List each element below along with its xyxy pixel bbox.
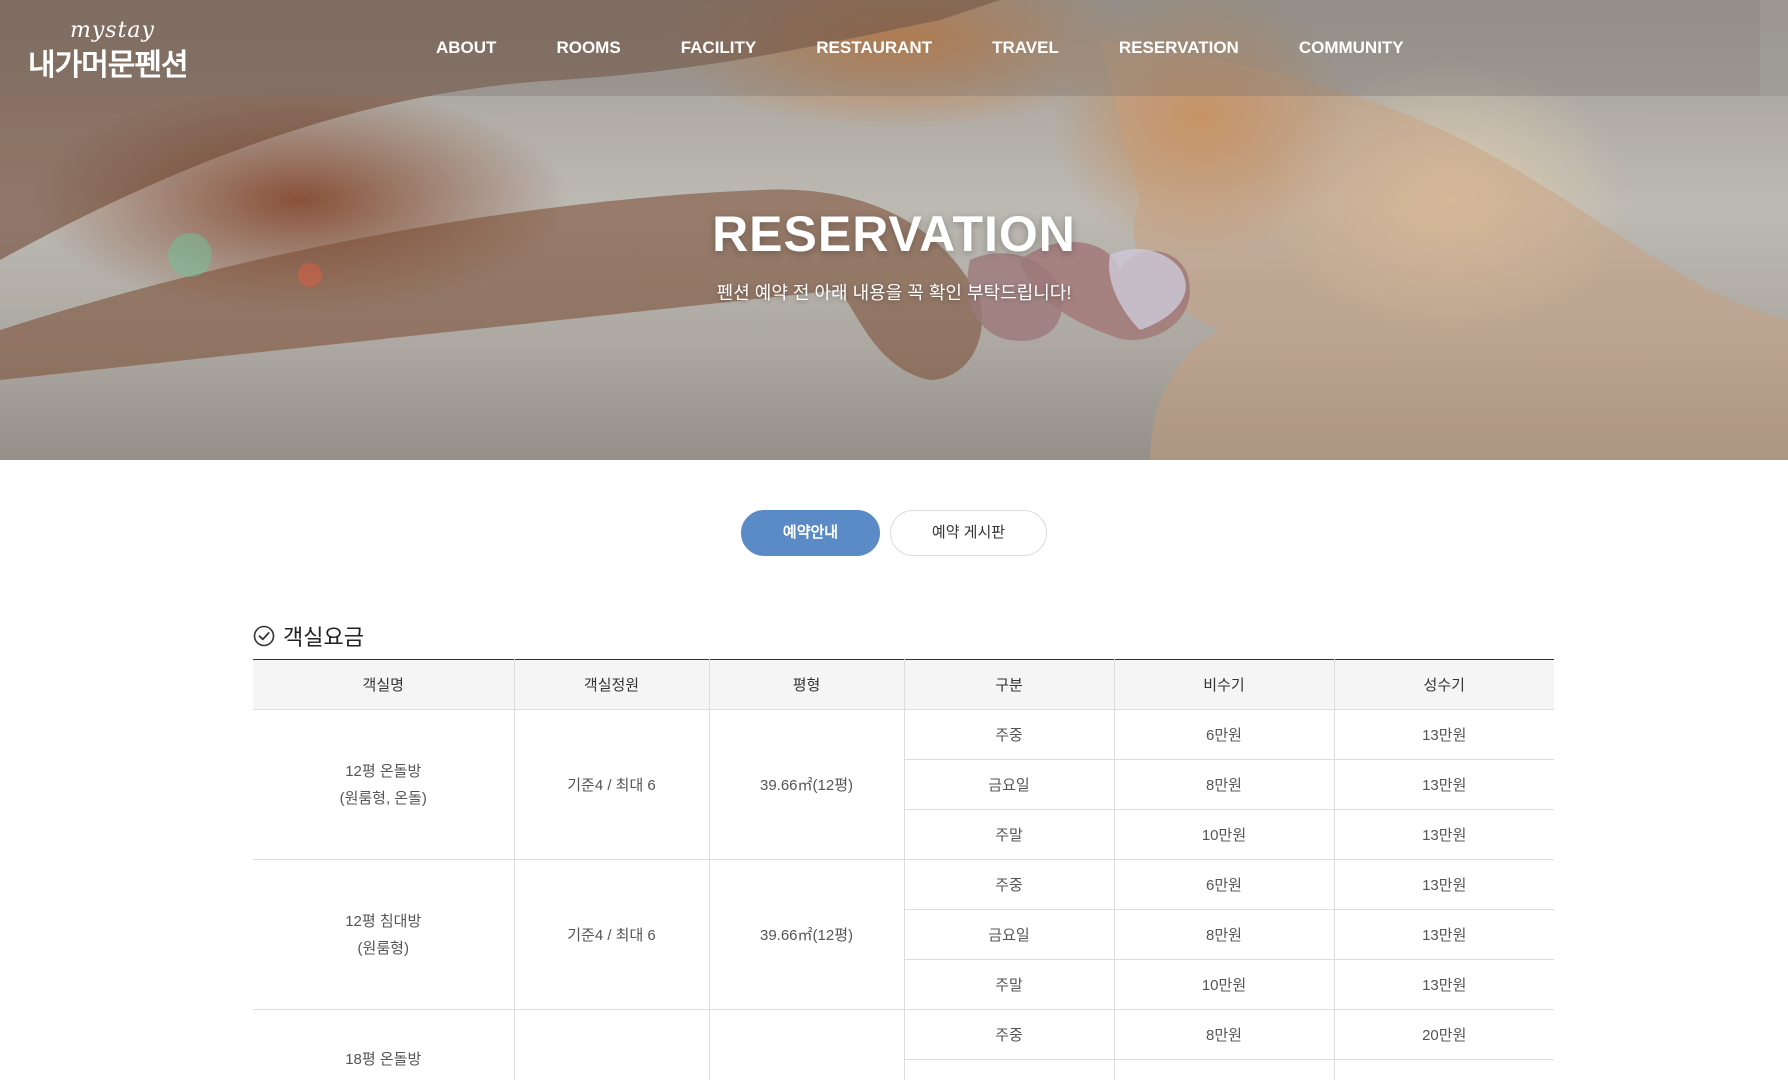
site-logo[interactable]: mystay 내가머문펜션: [28, 18, 208, 82]
nav-item-community[interactable]: COMMUNITY: [1299, 38, 1404, 58]
table-row: 12평 온돌방 (원룸형, 온돌) 기준4 / 최대 6 39.66㎡(12평)…: [253, 709, 1554, 860]
table-row: 18평 온돌방 주중 8만원 20만원: [253, 1009, 1554, 1080]
rate-period: 금요일: [903, 909, 1114, 960]
room-name-cell: 12평 온돌방 (원룸형, 온돌): [253, 709, 514, 860]
rate-off-season: 6만원: [1113, 709, 1334, 760]
room-capacity: 기준4 / 최대 6: [513, 709, 709, 860]
column-header-peak-season: 성수기: [1333, 659, 1554, 710]
rate-peak-season: 13만원: [1333, 859, 1554, 910]
column-header-capacity: 객실정원: [513, 659, 709, 710]
room-name: 12평 침대방: [345, 912, 422, 930]
rate-peak-season: 13만원: [1333, 959, 1554, 1010]
rate-peak-season: [1333, 1059, 1554, 1080]
column-header-off-season: 비수기: [1113, 659, 1334, 710]
rate-period: 주말: [903, 959, 1114, 1010]
logo-main-text: 내가머문펜션: [28, 49, 189, 82]
page-title: RESERVATION: [712, 206, 1076, 262]
rate-off-season: 8만원: [1113, 1009, 1334, 1060]
room-size: [708, 1009, 904, 1080]
room-capacity: 기준4 / 최대 6: [513, 859, 709, 1010]
table-row: 12평 침대방 (원룸형) 기준4 / 최대 6 39.66㎡(12평) 주중 …: [253, 859, 1554, 1010]
rate-off-season: 6만원: [1113, 859, 1334, 910]
rate-period: 주중: [903, 709, 1114, 760]
rate-off-season: 8만원: [1113, 909, 1334, 960]
room-name-cell: 12평 침대방 (원룸형): [253, 859, 514, 1010]
rate-peak-season: 13만원: [1333, 809, 1554, 860]
column-header-room-name: 객실명: [253, 659, 514, 710]
room-name-cell: 18평 온돌방: [253, 1009, 514, 1080]
room-size: 39.66㎡(12평): [708, 859, 904, 1010]
rate-peak-season: 13만원: [1333, 909, 1554, 960]
rate-off-season: 10만원: [1113, 959, 1334, 1010]
column-header-size: 평형: [708, 659, 904, 710]
rate-period: 주중: [903, 1009, 1114, 1060]
site-header: mystay 내가머문펜션 ABOUT ROOMS FACILITY RESTA…: [0, 0, 1760, 96]
room-capacity: [513, 1009, 709, 1080]
section-title: 객실요금: [283, 625, 364, 650]
room-type: (원룸형): [357, 939, 409, 957]
rate-period: 주말: [903, 809, 1114, 860]
nav-item-travel[interactable]: TRAVEL: [992, 38, 1059, 58]
nav-item-about[interactable]: ABOUT: [436, 38, 496, 58]
check-circle-icon: [253, 625, 275, 647]
tab-reservation-info[interactable]: 예약안내: [741, 510, 880, 556]
section-heading: 객실요금: [253, 620, 364, 652]
reservation-tabs: 예약안내 예약 게시판: [0, 510, 1788, 556]
room-name: 12평 온돌방: [345, 762, 422, 780]
header-side-panel: [1760, 0, 1788, 96]
room-type: (원룸형, 온돌): [339, 789, 427, 807]
nav-item-rooms[interactable]: ROOMS: [556, 38, 620, 58]
rate-period: 주중: [903, 859, 1114, 910]
nav-item-restaurant[interactable]: RESTAURANT: [816, 38, 932, 58]
rate-peak-season: 20만원: [1333, 1009, 1554, 1060]
rate-off-season: 10만원: [1113, 809, 1334, 860]
page-subtitle: 펜션 예약 전 아래 내용을 꼭 확인 부탁드립니다!: [716, 283, 1072, 303]
rate-off-season: 8만원: [1113, 759, 1334, 810]
main-nav: ABOUT ROOMS FACILITY RESTAURANT TRAVEL R…: [436, 38, 1404, 58]
room-size: 39.66㎡(12평): [708, 709, 904, 860]
room-name: 18평 온돌방: [345, 1051, 422, 1068]
nav-item-reservation[interactable]: RESERVATION: [1119, 38, 1239, 58]
rate-off-season: [1113, 1059, 1334, 1080]
nav-item-facility[interactable]: FACILITY: [681, 38, 757, 58]
rate-period: 금요일: [903, 759, 1114, 810]
rate-peak-season: 13만원: [1333, 709, 1554, 760]
table-header-row: 객실명 객실정원 평형 구분 비수기 성수기: [253, 659, 1554, 710]
room-rate-table: 객실명 객실정원 평형 구분 비수기 성수기 12평 온돌방 (원룸형, 온돌)…: [253, 659, 1554, 1080]
tab-reservation-board[interactable]: 예약 게시판: [890, 510, 1047, 556]
rate-period: [903, 1059, 1114, 1080]
rate-peak-season: 13만원: [1333, 759, 1554, 810]
column-header-period: 구분: [903, 659, 1114, 710]
